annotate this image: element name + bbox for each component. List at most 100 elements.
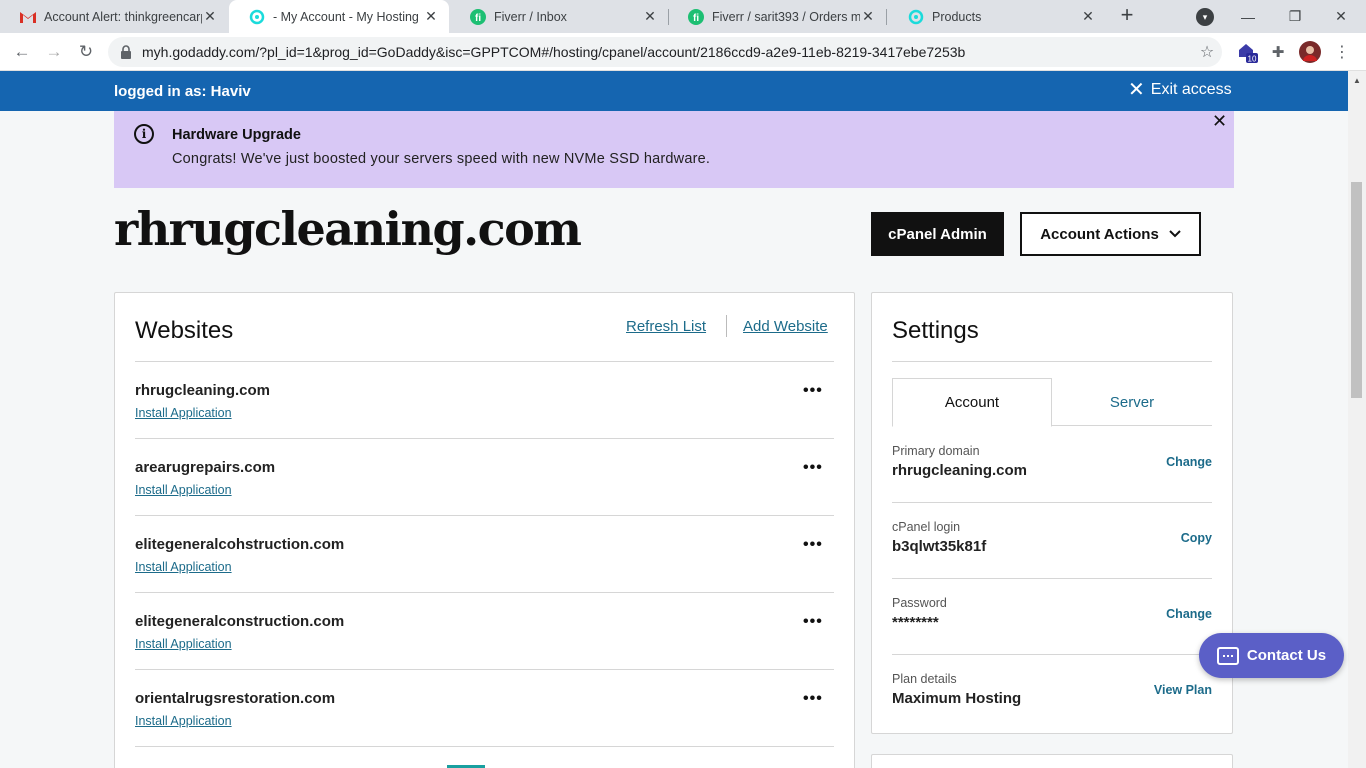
settings-heading: Settings <box>892 317 979 344</box>
tab-title: Fiverr / sarit393 / Orders man <box>712 9 860 24</box>
address-bar[interactable]: myh.godaddy.com/?pl_id=1&prog_id=GoDaddy… <box>108 37 1222 67</box>
setting-value: ******** <box>892 614 939 631</box>
more-options-icon[interactable]: ••• <box>803 613 823 631</box>
more-options-icon[interactable]: ••• <box>803 690 823 708</box>
setting-value: b3qlwt35k81f <box>892 538 987 555</box>
browser-menu-icon[interactable]: ⋮ <box>1331 41 1353 63</box>
more-options-icon[interactable]: ••• <box>803 536 823 554</box>
more-options-icon[interactable]: ••• <box>803 459 823 477</box>
tab-my-hosting[interactable]: - My Account - My Hosting ✕ <box>229 0 449 33</box>
tab-fiverr-orders[interactable]: fi Fiverr / sarit393 / Orders man ✕ <box>668 0 886 33</box>
website-row: arearugrepairs.com Install Application •… <box>135 439 834 516</box>
tab-server[interactable]: Server <box>1052 378 1212 426</box>
add-website-link[interactable]: Add Website <box>743 318 828 335</box>
close-tab-icon[interactable]: ✕ <box>202 8 218 25</box>
back-icon[interactable]: ← <box>10 40 34 64</box>
godaddy-icon <box>249 9 265 25</box>
bookmark-star-icon[interactable]: ☆ <box>1192 42 1222 62</box>
logged-in-label: logged in as: Haviv <box>114 83 251 100</box>
more-options-icon[interactable]: ••• <box>803 382 823 400</box>
reload-icon[interactable]: ↻ <box>74 40 98 64</box>
chat-icon <box>1216 646 1239 665</box>
hardware-upgrade-alert: i Hardware Upgrade Congrats! We've just … <box>114 111 1234 188</box>
page-title: rhrugcleaning.com <box>114 202 582 256</box>
setting-row-plan-details: Plan details Maximum Hosting View Plan <box>892 655 1212 731</box>
scrollbar[interactable] <box>1348 71 1366 768</box>
account-actions-label: Account Actions <box>1040 225 1159 243</box>
refresh-list-link[interactable]: Refresh List <box>626 318 706 335</box>
copy-login-link[interactable]: Copy <box>1181 531 1212 545</box>
tab-account[interactable]: Account <box>892 378 1052 427</box>
window-close-icon[interactable]: ✕ <box>1318 0 1364 33</box>
godaddy-icon <box>908 9 924 25</box>
settings-card: Settings Account Server Primary domain r… <box>871 292 1233 734</box>
tab-title: Fiverr / Inbox <box>494 9 567 24</box>
install-application-link[interactable]: Install Application <box>135 714 232 728</box>
setting-row-password: Password ******** Change <box>892 579 1212 655</box>
change-password-link[interactable]: Change <box>1166 607 1212 621</box>
websites-card: Websites Refresh List Add Website rhrugc… <box>114 292 855 768</box>
website-domain: arearugrepairs.com <box>135 459 276 476</box>
scroll-up-icon[interactable]: ▲ <box>1352 76 1362 86</box>
gmail-icon <box>20 9 36 25</box>
view-plan-link[interactable]: View Plan <box>1154 683 1212 697</box>
divider <box>726 315 727 337</box>
scrollbar-thumb[interactable] <box>1351 182 1362 398</box>
change-domain-link[interactable]: Change <box>1166 455 1212 469</box>
fiverr-icon: fi <box>470 8 486 25</box>
close-tab-icon[interactable]: ✕ <box>860 8 876 25</box>
setting-label: Primary domain <box>892 444 980 458</box>
restore-icon[interactable]: ❐ <box>1272 0 1318 33</box>
lock-icon <box>120 45 134 59</box>
svg-text:fi: fi <box>693 13 699 24</box>
browser-tab-strip: Account Alert: thinkgreencarp ✕ - My Acc… <box>0 0 1366 33</box>
tab-title: Products <box>932 9 982 24</box>
tab-search-icon[interactable]: ▾ <box>1196 8 1214 26</box>
website-domain: elitegeneralconstruction.com <box>135 613 345 630</box>
impersonation-bar: logged in as: Haviv ✕ Exit access <box>0 71 1348 111</box>
extension-badge: 10 <box>1248 55 1257 64</box>
url-text: myh.godaddy.com/?pl_id=1&prog_id=GoDaddy… <box>142 44 966 60</box>
info-icon: i <box>134 124 154 144</box>
website-domain: orientalrugsrestoration.com <box>135 690 336 707</box>
divider <box>892 361 1212 362</box>
profile-avatar[interactable] <box>1299 41 1321 63</box>
tab-title: - My Account - My Hosting <box>273 9 419 24</box>
close-tab-icon[interactable]: ✕ <box>642 8 658 25</box>
alert-message: Congrats! We've just boosted your server… <box>172 151 711 167</box>
install-application-link[interactable]: Install Application <box>135 406 232 420</box>
extension-icon[interactable]: 10 <box>1236 41 1258 63</box>
website-domain: rhrugcleaning.com <box>135 382 271 399</box>
tab-fiverr-inbox[interactable]: fi Fiverr / Inbox ✕ <box>450 0 668 33</box>
install-application-link[interactable]: Install Application <box>135 637 232 651</box>
setting-value: Maximum Hosting <box>892 690 1022 707</box>
chevron-down-icon <box>1169 227 1181 241</box>
cpanel-admin-button[interactable]: cPanel Admin <box>871 212 1004 256</box>
close-tab-icon[interactable]: ✕ <box>423 8 439 25</box>
close-tab-icon[interactable]: ✕ <box>1080 8 1096 25</box>
setting-label: Password <box>892 596 947 610</box>
setting-label: cPanel login <box>892 520 961 534</box>
alert-close-icon[interactable]: ✕ <box>1212 111 1227 132</box>
tab-gmail[interactable]: Account Alert: thinkgreencarp ✕ <box>0 0 228 33</box>
minimize-icon[interactable]: — <box>1225 0 1271 33</box>
setting-row-cpanel-login: cPanel login b3qlwt35k81f Copy <box>892 503 1212 579</box>
forward-icon[interactable]: → <box>42 40 66 64</box>
install-application-link[interactable]: Install Application <box>135 483 232 497</box>
exit-access-button[interactable]: ✕ Exit access <box>1128 79 1232 101</box>
alert-title: Hardware Upgrade <box>172 127 301 143</box>
exit-access-label: Exit access <box>1150 81 1232 98</box>
svg-text:fi: fi <box>475 13 481 24</box>
setting-value: rhrugcleaning.com <box>892 462 1028 479</box>
account-actions-button[interactable]: Account Actions <box>1020 212 1201 256</box>
tab-products[interactable]: Products ✕ <box>888 0 1106 33</box>
new-tab-icon[interactable]: + <box>1116 4 1138 27</box>
website-domain: elitegeneralcohstruction.com <box>135 536 345 553</box>
setting-row-primary-domain: Primary domain rhrugcleaning.com Change <box>892 427 1212 503</box>
close-icon: ✕ <box>1128 79 1145 101</box>
install-application-link[interactable]: Install Application <box>135 560 232 574</box>
contact-us-button[interactable]: Contact Us <box>1199 633 1344 678</box>
settings-tabs: Account Server <box>892 378 1212 427</box>
puzzle-extensions-icon[interactable]: ✚ <box>1267 41 1289 63</box>
website-row: elitegeneralconstruction.com Install App… <box>135 593 834 670</box>
